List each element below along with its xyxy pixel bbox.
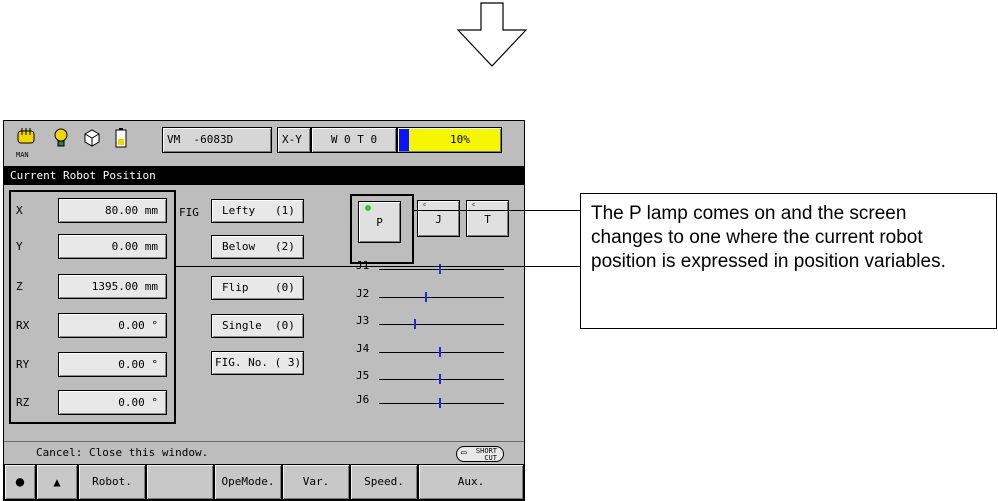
joint-track-j4 xyxy=(379,352,504,353)
coord-value-rx: 0.00 ° xyxy=(58,313,167,338)
callout-leader-line-1 xyxy=(412,210,580,211)
coord-label-z: Z xyxy=(16,280,23,293)
shortcut-button[interactable]: ▭ SHORT CUT xyxy=(456,446,504,462)
status-message: Cancel: Close this window. xyxy=(4,441,524,463)
mode-j-label: J xyxy=(435,213,442,226)
joint-indicator-j4 xyxy=(439,347,441,357)
coord-value-ry: 0.00 ° xyxy=(58,352,167,377)
joint-indicator-j3 xyxy=(414,319,416,329)
mode-p-button[interactable]: P xyxy=(358,201,401,243)
coord-label-rx: RX xyxy=(16,319,30,332)
f6-aux-button[interactable]: Aux. xyxy=(418,464,524,500)
fig-flip-button[interactable]: Flip (0) xyxy=(211,276,304,300)
fig-single-button[interactable]: Single (0) xyxy=(211,314,304,338)
mode-t-label: T xyxy=(484,213,491,226)
fig-label: FIG xyxy=(179,206,199,219)
joint-track-j5 xyxy=(379,379,504,380)
f2-button[interactable] xyxy=(146,464,214,500)
coord-value-z: 1395.00 mm xyxy=(58,274,167,299)
fig-number-button[interactable]: FIG. No. ( 3) xyxy=(211,351,304,375)
record-icon[interactable]: ● xyxy=(4,464,36,500)
callout-box: The P lamp comes on and the screen chang… xyxy=(580,193,997,329)
coord-system-field[interactable]: X-Y xyxy=(277,127,311,153)
f3-opemode-button[interactable]: OpeMode. xyxy=(214,464,282,500)
joint-label-j3: J3 xyxy=(356,314,370,327)
joint-label-j5: J5 xyxy=(356,369,370,382)
joint-indicator-j6 xyxy=(439,398,441,408)
coord-value-rz: 0.00 ° xyxy=(58,390,167,415)
mode-p-label: P xyxy=(376,216,383,229)
window-title: Current Robot Position xyxy=(4,166,524,185)
f5-speed-button[interactable]: Speed. xyxy=(350,464,418,500)
fig-lefty-button[interactable]: Lefty (1) xyxy=(211,199,304,223)
shortcut-icon: ▭ xyxy=(461,448,467,458)
callout-leader-line-2 xyxy=(175,266,580,267)
cube-icon[interactable] xyxy=(79,127,105,155)
joint-indicator-j5 xyxy=(439,374,441,384)
function-key-row: ● ▲ Robot. OpeMode. Var. Speed. Aux. xyxy=(4,464,524,500)
joint-label-j6: J6 xyxy=(356,393,370,406)
joint-label-j4: J4 xyxy=(356,342,370,355)
battery-icon[interactable] xyxy=(108,127,134,155)
up-arrow-icon[interactable]: ▲ xyxy=(36,464,78,500)
joint-track-j2 xyxy=(379,297,504,298)
coord-value-y: 0.00 mm xyxy=(58,234,167,259)
fig-below-button[interactable]: Below (2) xyxy=(211,235,304,259)
teach-pendant-screen: MAN VM -6083D X-Y W 0 T 0 10% Current Ro… xyxy=(3,120,525,501)
speed-indicator[interactable]: 10% xyxy=(397,127,502,153)
mode-j-button[interactable]: ᶜ J xyxy=(417,200,460,237)
robot-model-field: VM -6083D xyxy=(162,127,272,153)
coord-label-x: X xyxy=(16,204,23,217)
tool-work-field: W 0 T 0 xyxy=(311,127,397,153)
f1-robot-button[interactable]: Robot. xyxy=(78,464,146,500)
down-arrow-icon xyxy=(456,2,528,67)
speed-value: 10% xyxy=(450,133,470,146)
mode-sub-label: MAN xyxy=(16,151,29,159)
joint-indicator-j2 xyxy=(425,292,428,302)
joint-label-j2: J2 xyxy=(356,287,370,300)
coord-label-y: Y xyxy=(16,240,23,253)
coord-label-ry: RY xyxy=(16,358,30,371)
mode-t-button[interactable]: ᶜ T xyxy=(466,200,509,237)
callout-text: The P lamp comes on and the screen chang… xyxy=(591,203,946,272)
coord-label-rz: RZ xyxy=(16,396,30,409)
f4-var-button[interactable]: Var. xyxy=(282,464,350,500)
joint-track-j6 xyxy=(379,403,504,404)
joint-track-j3 xyxy=(379,324,504,325)
coord-value-x: 80.00 mm xyxy=(58,198,167,223)
joint-track-j1 xyxy=(379,269,504,270)
lightbulb-icon[interactable] xyxy=(48,127,74,155)
coordinate-group xyxy=(9,190,176,424)
p-lamp xyxy=(365,205,371,211)
